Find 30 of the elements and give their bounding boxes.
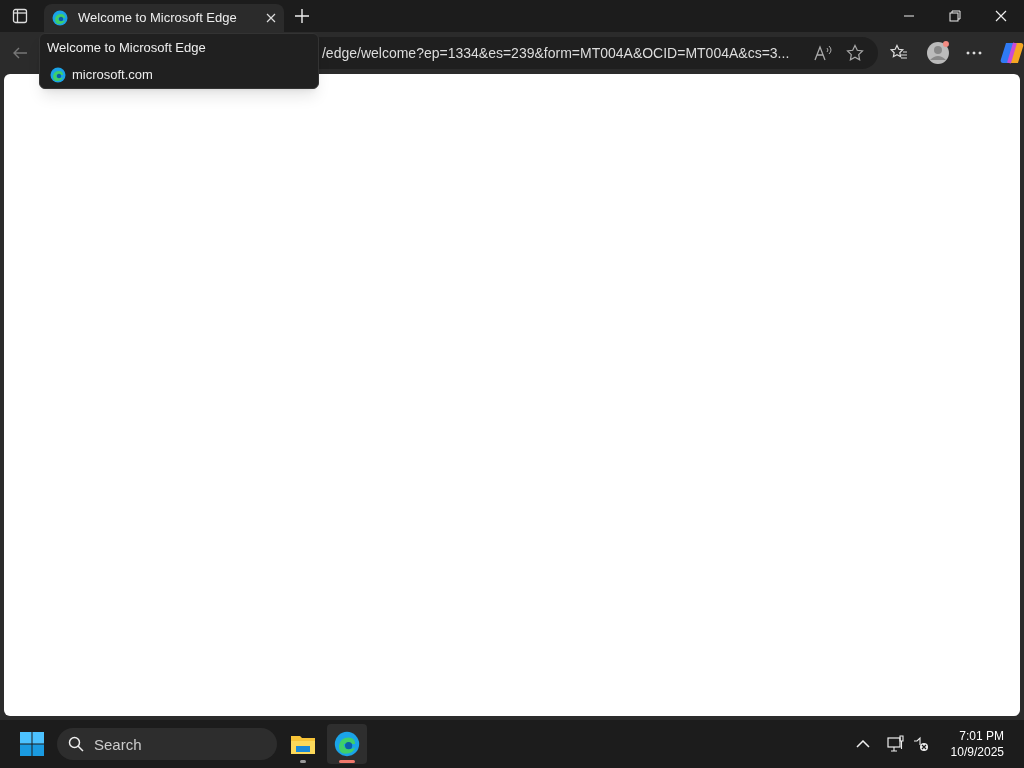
edge-logo-icon xyxy=(52,10,68,26)
favorites-icon[interactable] xyxy=(890,44,909,62)
network-icon[interactable] xyxy=(886,735,905,753)
clock-time[interactable]: 7:01 PM xyxy=(959,728,1004,744)
read-aloud-icon[interactable] xyxy=(814,45,833,61)
chevron-up-icon[interactable] xyxy=(855,740,870,748)
browser-tab[interactable]: Welcome to Microsoft Edge xyxy=(44,4,284,32)
restore-icon[interactable] xyxy=(949,10,961,22)
copilot-icon[interactable] xyxy=(1000,42,1024,64)
close-tab-icon[interactable] xyxy=(266,13,276,23)
folder-icon xyxy=(290,733,316,755)
profile-avatar-icon[interactable] xyxy=(926,41,951,65)
more-icon[interactable] xyxy=(966,51,983,55)
tooltip-site: microsoft.com xyxy=(72,66,153,84)
speaker-muted-icon[interactable] xyxy=(912,736,929,752)
search-field[interactable]: Search xyxy=(57,728,277,760)
favorite-star-icon[interactable] xyxy=(846,44,865,62)
tab-actions-icon[interactable] xyxy=(12,8,28,24)
tab-title: Welcome to Microsoft Edge xyxy=(78,9,238,28)
close-icon[interactable] xyxy=(995,10,1007,22)
new-tab-icon[interactable] xyxy=(294,8,310,24)
tooltip-title: Welcome to Microsoft Edge xyxy=(47,40,207,56)
search-icon xyxy=(68,736,84,752)
edge-logo-icon xyxy=(334,731,360,757)
back-icon[interactable] xyxy=(12,45,28,61)
taskbar-app[interactable] xyxy=(327,724,367,764)
clock-date[interactable]: 10/9/2025 xyxy=(950,744,1004,760)
url-text: /edge/welcome?ep=1334&es=239&form=MT004A&OCID=MT004A&cs=3... xyxy=(321,43,790,63)
start-icon[interactable] xyxy=(20,732,44,756)
edge-logo-icon xyxy=(50,66,66,83)
